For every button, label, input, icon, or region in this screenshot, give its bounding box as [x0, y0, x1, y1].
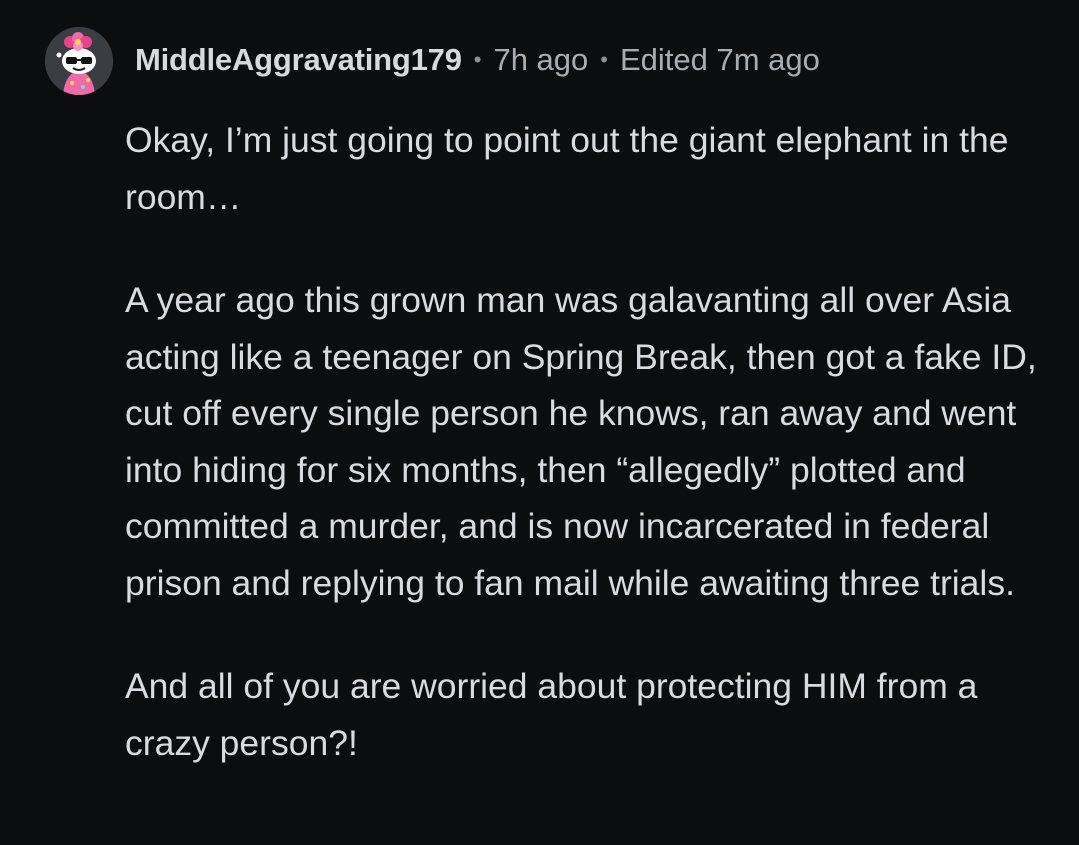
comment-paragraph: Okay, I’m just going to point out the gi… — [125, 120, 1009, 217]
user-avatar[interactable] — [45, 27, 113, 95]
comment-paragraph: A year ago this grown man was galavantin… — [125, 280, 1037, 603]
snoo-avatar-icon — [45, 27, 113, 95]
author-username[interactable]: MiddleAggravating179 — [135, 40, 462, 80]
comment: MiddleAggravating179 • 7h ago • Edited 7… — [0, 0, 1079, 845]
comment-paragraph: And all of you are worried about protect… — [125, 666, 978, 763]
post-time: 7h ago — [493, 42, 589, 77]
comment-body: Okay, I’m just going to point out the gi… — [125, 112, 1065, 818]
edited-time: Edited 7m ago — [619, 42, 820, 77]
meta-separator: • — [600, 47, 608, 72]
meta-separator: • — [473, 47, 482, 72]
comment-meta: MiddleAggravating179 • 7h ago • Edited 7… — [135, 40, 820, 80]
